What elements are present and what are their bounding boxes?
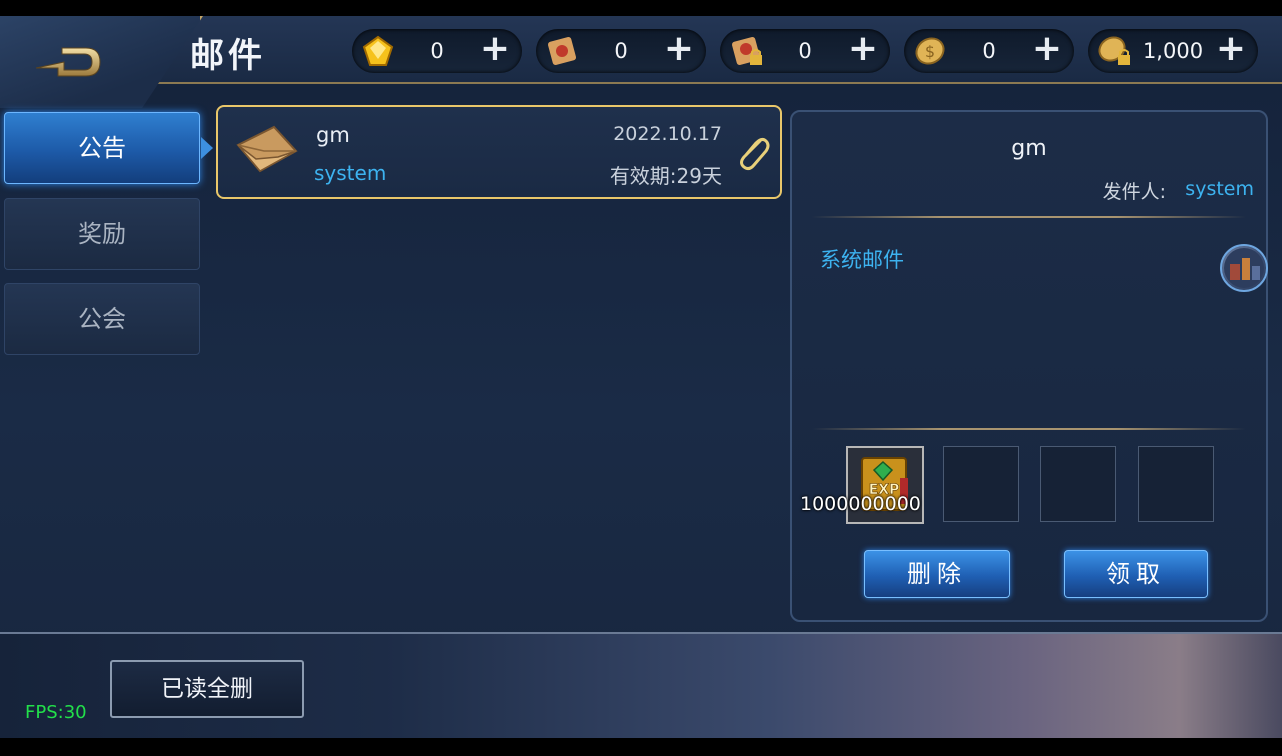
- mail-sender: system: [314, 161, 387, 185]
- sender-avatar: [1220, 244, 1268, 292]
- resource-scroll: 0 +: [536, 29, 706, 73]
- add-locked-gold-button[interactable]: +: [1214, 31, 1248, 69]
- mail-date: 2022.10.17: [613, 123, 722, 145]
- resource-diamond: 0 +: [352, 29, 522, 73]
- diamond-icon: [362, 35, 394, 66]
- add-diamond-button[interactable]: +: [478, 31, 512, 69]
- bottom-bar: 已读全删 FPS:30: [0, 632, 1282, 738]
- mail-list-item[interactable]: gm system 2022.10.17 有效期:29天: [216, 105, 782, 199]
- resource-locked-scroll: 0 +: [720, 29, 890, 73]
- resource-value: 0: [614, 39, 628, 63]
- gold-coin-icon: $: [915, 37, 945, 65]
- tab-reward[interactable]: 奖励: [4, 198, 200, 270]
- resource-value: 0: [798, 39, 812, 63]
- locked-scroll-icon: [731, 36, 762, 66]
- back-button[interactable]: [30, 34, 106, 86]
- fps-counter: FPS:30: [25, 702, 87, 723]
- attachment-slot-empty: [1040, 446, 1116, 522]
- mail-detail-panel: gm 发件人: system 系统邮件 EXP 1000000000 删除 领取: [790, 110, 1268, 622]
- mail-body: 系统邮件: [820, 248, 904, 272]
- divider: [812, 216, 1246, 218]
- resource-value: 0: [982, 39, 996, 63]
- divider: [812, 428, 1246, 430]
- add-locked-scroll-button[interactable]: +: [846, 31, 880, 69]
- attachment-slot-empty: [1138, 446, 1214, 522]
- delete-button[interactable]: 删除: [864, 550, 1010, 598]
- attachment-slot-empty: [943, 446, 1019, 522]
- claim-button[interactable]: 领取: [1064, 550, 1208, 598]
- resource-locked-gold: 1,000 +: [1088, 29, 1258, 73]
- locked-coin-icon: [1098, 36, 1130, 65]
- sender-label: 发件人:: [1102, 181, 1166, 203]
- mail-expiry: 有效期:29天: [609, 164, 722, 188]
- attachment-quantity: 1000000000: [800, 493, 921, 515]
- envelope-icon: [236, 125, 298, 173]
- tab-guild[interactable]: 公会: [4, 283, 200, 355]
- resource-value: 1,000: [1142, 39, 1204, 63]
- tab-announcement[interactable]: 公告: [4, 112, 213, 184]
- resource-value: 0: [430, 39, 444, 63]
- mail-subject: gm: [316, 123, 350, 147]
- svg-text:$: $: [925, 42, 935, 61]
- resource-gold: $ 0 +: [904, 29, 1074, 73]
- detail-subject: gm: [1011, 136, 1047, 161]
- page-title: 邮件: [190, 36, 266, 76]
- back-arrow-icon: [35, 47, 101, 77]
- delete-all-read-button[interactable]: 已读全删: [110, 660, 304, 718]
- paperclip-icon: [740, 137, 770, 171]
- sender-value: system: [1185, 178, 1254, 200]
- add-gold-button[interactable]: +: [1030, 31, 1064, 69]
- add-scroll-button[interactable]: +: [662, 31, 696, 69]
- mail-screen: 邮件 0 + 0 + 0 + $ 0 + 1,000 + 公告 奖励 公会 gm…: [0, 16, 1282, 738]
- scroll-icon: [547, 36, 577, 66]
